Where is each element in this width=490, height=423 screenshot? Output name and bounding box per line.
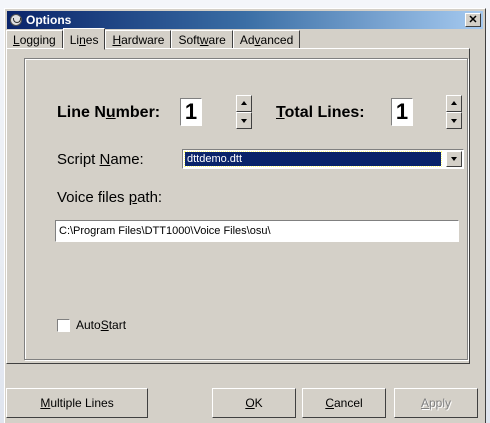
line-number-down-button[interactable] — [236, 112, 252, 129]
close-button[interactable]: ✕ — [465, 13, 481, 27]
ok-button[interactable]: OK — [212, 388, 296, 418]
arrow-up-icon — [241, 101, 247, 105]
script-name-label: Script Name: — [57, 151, 144, 168]
total-lines-spinner — [446, 95, 462, 129]
voice-path-input[interactable]: C:\Program Files\DTT1000\Voice Files\osu… — [55, 220, 459, 242]
tab-hardware[interactable]: Hardware — [105, 30, 172, 49]
line-number-up-button[interactable] — [236, 95, 252, 112]
tab-advanced[interactable]: Advanced — [232, 30, 301, 49]
arrow-down-icon — [241, 119, 247, 123]
dropdown-button[interactable] — [446, 151, 462, 167]
tab-software[interactable]: Software — [171, 30, 233, 49]
window-title: Options — [26, 13, 72, 27]
multiple-lines-button[interactable]: Multiple Lines — [6, 388, 148, 418]
arrow-up-icon — [451, 101, 457, 105]
tab-logging[interactable]: Logging — [6, 30, 63, 49]
chevron-down-icon — [451, 157, 457, 161]
autostart-checkbox[interactable] — [57, 318, 70, 332]
app-icon — [10, 14, 22, 26]
autostart-row[interactable]: AutoStart — [57, 318, 126, 332]
apply-button[interactable]: Apply — [394, 388, 478, 418]
autostart-label: AutoStart — [76, 318, 127, 332]
tab-strip: Logging Lines Hardware Software Advanced — [6, 27, 301, 50]
cancel-button[interactable]: Cancel — [302, 388, 386, 418]
total-lines-down-button[interactable] — [446, 112, 462, 129]
line-number-label: Line Number: — [57, 104, 161, 121]
voice-path-label: Voice files path: — [57, 189, 163, 206]
line-number-field[interactable]: 1 — [180, 98, 202, 126]
line-number-spinner — [236, 95, 252, 129]
script-name-dropdown[interactable]: dttdemo.dtt — [182, 149, 464, 169]
total-lines-field[interactable]: 1 — [391, 98, 413, 126]
total-lines-label: Total Lines: — [276, 104, 365, 121]
tab-lines[interactable]: Lines — [62, 28, 106, 50]
arrow-down-icon — [451, 119, 457, 123]
total-lines-up-button[interactable] — [446, 95, 462, 112]
script-name-selected: dttdemo.dtt — [184, 151, 442, 167]
